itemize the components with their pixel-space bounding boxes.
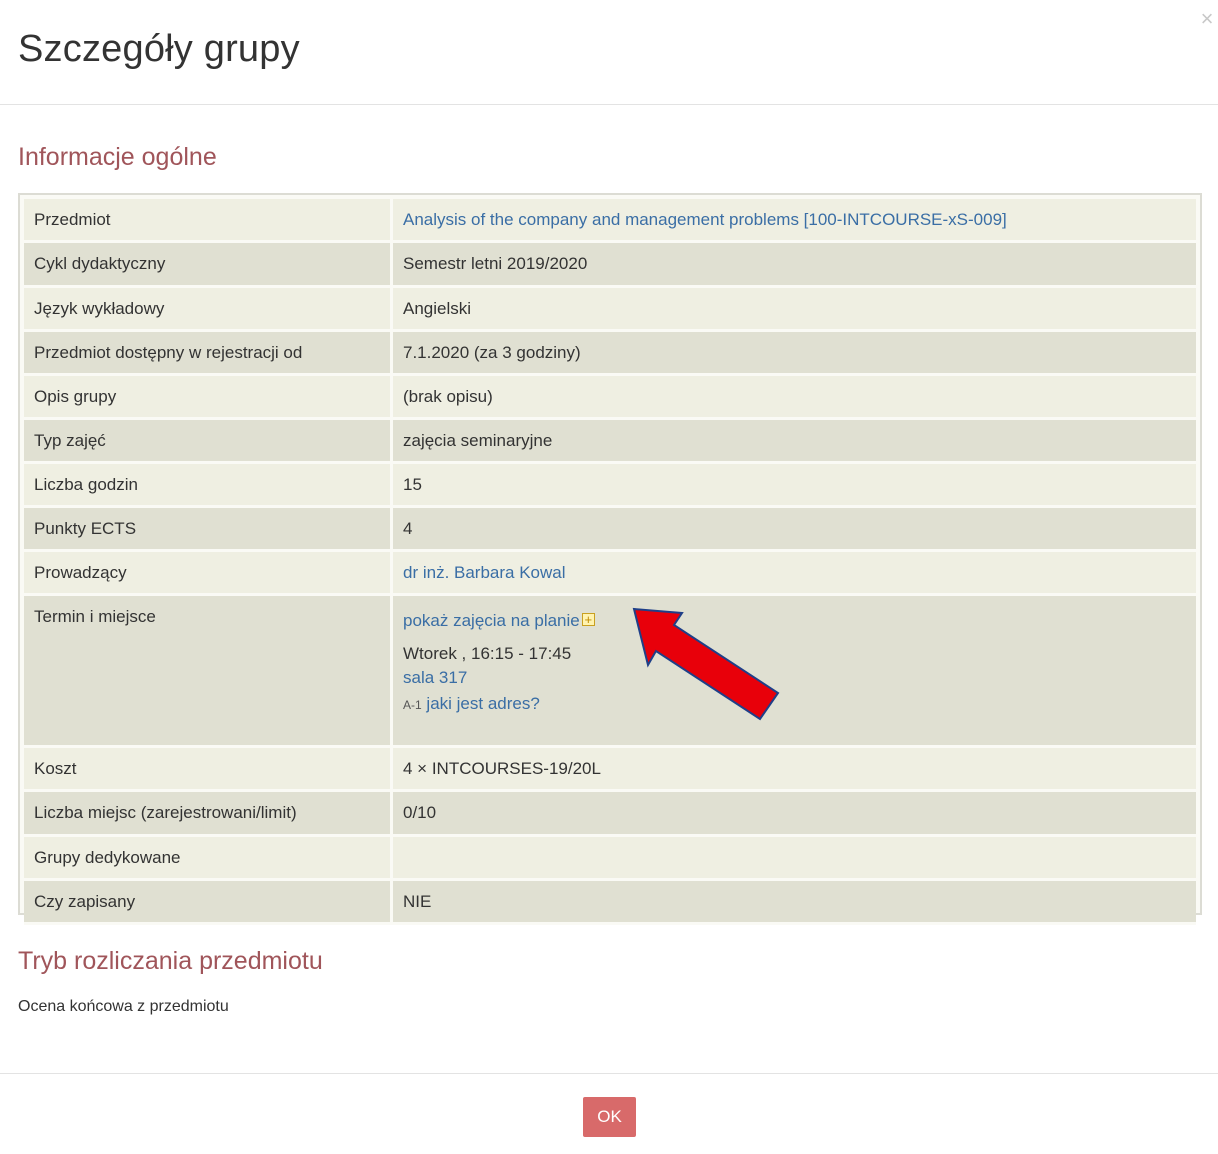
course-link[interactable]: Analysis of the company and management p… [403, 210, 1007, 229]
row-label: Prowadzący [24, 552, 393, 596]
close-icon[interactable]: × [1196, 8, 1218, 30]
red-arrow-annotation [632, 607, 780, 721]
room-link[interactable]: sala 317 [403, 668, 467, 687]
table-row: Przedmiot Analysis of the company and ma… [24, 199, 1196, 243]
section-heading-settlement: Tryb rozliczania przedmiotu [18, 947, 323, 975]
table-row: Punkty ECTS 4 [24, 508, 1196, 552]
schedule-cell: pokaż zajęcia na planie + Wtorek , 16:15 … [393, 596, 1196, 748]
row-value: 0/10 [393, 792, 1196, 837]
row-label: Cykl dydaktyczny [24, 243, 393, 288]
details-table: Przedmiot Analysis of the company and ma… [24, 199, 1196, 925]
class-time: Wtorek , 16:15 - 17:45 [403, 644, 572, 663]
row-label: Typ zajęć [24, 420, 393, 464]
details-table-container: Przedmiot Analysis of the company and ma… [18, 193, 1202, 925]
row-label: Przedmiot dostępny w rejestracji od [24, 332, 393, 376]
row-label: Język wykładowy [24, 288, 393, 332]
row-value: NIE [393, 881, 1196, 925]
table-row: Grupy dedykowane [24, 837, 1196, 881]
row-value: 4 [393, 508, 1196, 552]
row-label: Opis grupy [24, 376, 393, 420]
settlement-text: Ocena końcowa z przedmiotu [18, 998, 229, 1015]
row-value: (brak opisu) [393, 376, 1196, 420]
footer-divider [0, 1073, 1218, 1074]
lecturer-link[interactable]: dr inż. Barbara Kowal [403, 563, 566, 582]
show-on-plan-link[interactable]: pokaż zajęcia na planie [403, 611, 580, 630]
table-row: Przedmiot dostępny w rejestracji od 7.1.… [24, 332, 1196, 376]
row-label: Koszt [24, 748, 393, 792]
table-row: Liczba godzin 15 [24, 464, 1196, 508]
row-value: Angielski [393, 288, 1196, 332]
plus-icon[interactable]: + [581, 613, 595, 626]
row-label: Czy zapisany [24, 881, 393, 925]
row-label: Termin i miejsce [24, 596, 393, 748]
address-link[interactable]: jaki jest adres? [426, 694, 539, 713]
row-label: Grupy dedykowane [24, 837, 393, 881]
header-divider [0, 104, 1218, 105]
table-row: Termin i miejsce pokaż zajęcia na planie… [24, 596, 1196, 748]
table-row: Czy zapisany NIE [24, 881, 1196, 925]
section-heading-general: Informacje ogólne [18, 143, 217, 171]
row-value: Semestr letni 2019/2020 [393, 243, 1196, 288]
row-label: Liczba godzin [24, 464, 393, 508]
row-value: 15 [393, 464, 1196, 508]
table-row: Cykl dydaktyczny Semestr letni 2019/2020 [24, 243, 1196, 288]
dialog-title: Szczegóły grupy [18, 28, 300, 70]
table-row: Prowadzący dr inż. Barbara Kowal [24, 552, 1196, 596]
row-label: Przedmiot [24, 199, 393, 243]
building-code: A-1 [403, 698, 422, 712]
row-label: Punkty ECTS [24, 508, 393, 552]
row-value: 7.1.2020 (za 3 godziny) [393, 332, 1196, 376]
ok-button[interactable]: OK [583, 1097, 636, 1137]
table-row: Typ zajęć zajęcia seminaryjne [24, 420, 1196, 464]
row-value [393, 837, 1196, 881]
row-value: 4 × INTCOURSES-19/20L [393, 748, 1196, 792]
table-row: Koszt 4 × INTCOURSES-19/20L [24, 748, 1196, 792]
table-row: Opis grupy (brak opisu) [24, 376, 1196, 420]
row-label: Liczba miejsc (zarejestrowani/limit) [24, 792, 393, 837]
table-row: Język wykładowy Angielski [24, 288, 1196, 332]
row-value: zajęcia seminaryjne [393, 420, 1196, 464]
table-row: Liczba miejsc (zarejestrowani/limit) 0/1… [24, 792, 1196, 837]
